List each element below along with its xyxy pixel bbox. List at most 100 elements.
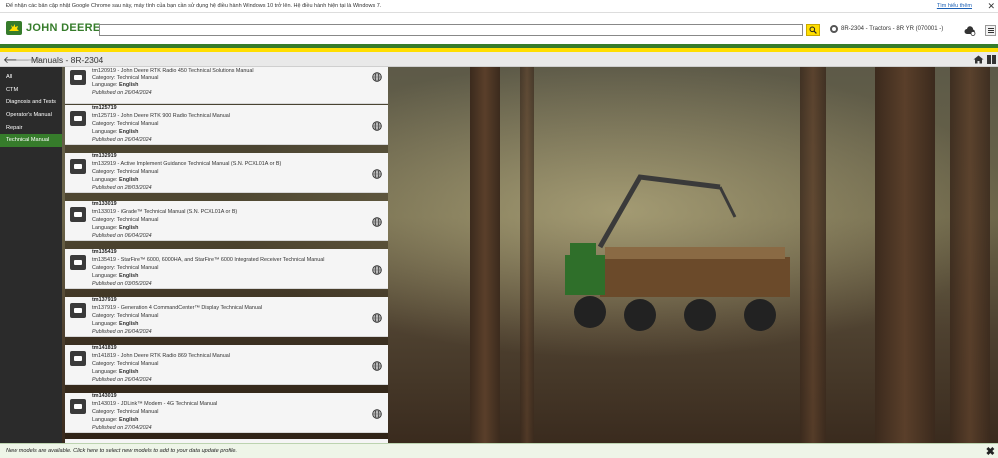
manual-card[interactable]: tm137919 tm137919 - Generation 4 Command… xyxy=(65,297,388,337)
manual-title: tm141819 - John Deere RTK Radio 869 Tech… xyxy=(92,353,230,359)
notice-close-button[interactable]: ✕ xyxy=(987,1,995,12)
manual-code: tm135419 xyxy=(92,249,117,255)
home-icon[interactable] xyxy=(973,55,984,64)
manual-card[interactable]: tm125719 tm125719 - John Deere RTK 900 R… xyxy=(65,105,388,145)
manual-category: Category: Technical Manual xyxy=(92,75,159,81)
manual-language: Language: English xyxy=(92,225,139,231)
manual-published-date: Published on 26/04/2024 xyxy=(92,377,152,383)
manual-title: tm137919 - Generation 4 CommandCenter™ D… xyxy=(92,305,263,311)
manual-title: tm133019 - iGrade™ Technical Manual (S.N… xyxy=(92,209,238,215)
john-deere-logo[interactable]: JOHN DEERE xyxy=(6,21,101,35)
manual-card[interactable]: tm120919 - John Deere RTK Radio 450 Tech… xyxy=(65,67,388,104)
search-icon xyxy=(809,26,817,34)
sidebar-item-all[interactable]: All xyxy=(0,71,62,84)
tree-trunk xyxy=(470,67,500,443)
sidebar-item-repair[interactable]: Repair xyxy=(0,122,62,135)
forwarder-machine-image xyxy=(565,174,790,331)
document-icon xyxy=(70,351,86,366)
manual-published-date: Published on 26/04/2024 xyxy=(92,90,152,96)
card-separator xyxy=(65,145,388,153)
hamburger-menu-icon[interactable] xyxy=(985,25,996,36)
page-title: Manuals - 8R-2304 xyxy=(31,55,104,65)
model-selector[interactable]: 8R-2304 - Tractors - 8R YR (070001 -) xyxy=(830,25,943,33)
manual-code: tm132919 xyxy=(92,153,117,159)
banner-close-button[interactable]: ✖ xyxy=(986,445,995,458)
manual-code: tm141819 xyxy=(92,345,117,351)
document-icon xyxy=(70,159,86,174)
globe-icon[interactable] xyxy=(372,121,382,131)
model-label: 8R-2304 - Tractors - 8R YR (070001 -) xyxy=(841,26,944,32)
manual-published-date: Published on 26/04/2024 xyxy=(92,137,152,143)
manual-title: tm143019 - JDLink™ Modem - 4G Technical … xyxy=(92,401,218,407)
search-input[interactable] xyxy=(99,24,803,36)
manual-published-date: Published on 06/04/2024 xyxy=(92,233,152,239)
tree-trunk xyxy=(950,67,990,443)
cloud-sync-icon[interactable] xyxy=(964,26,976,36)
tree-trunk xyxy=(875,67,935,443)
manual-language: Language: English xyxy=(92,273,139,279)
manual-language: Language: English xyxy=(92,129,139,135)
document-icon xyxy=(70,255,86,270)
manual-card[interactable]: tm143019 tm143019 - JDLink™ Modem - 4G T… xyxy=(65,393,388,433)
globe-icon[interactable] xyxy=(372,72,382,82)
new-models-banner[interactable]: New models are available. Click here to … xyxy=(0,443,998,458)
manuals-result-list: tm120919 - John Deere RTK Radio 450 Tech… xyxy=(65,67,388,443)
sidebar-item-diagnosis-and-tests[interactable]: Diagnosis and Tests xyxy=(0,96,62,109)
sidebar-item-operators-manual[interactable]: Operator's Manual xyxy=(0,109,62,122)
globe-icon[interactable] xyxy=(372,217,382,227)
manual-card[interactable]: tm132919 tm132919 - Active Implement Gui… xyxy=(65,153,388,193)
manual-language: Language: English xyxy=(92,369,139,375)
globe-icon[interactable] xyxy=(372,265,382,275)
manual-title: tm125719 - John Deere RTK 900 Radio Tech… xyxy=(92,113,230,119)
manual-category: Category: Technical Manual xyxy=(92,361,159,367)
manual-category: Category: Technical Manual xyxy=(92,265,159,271)
globe-icon[interactable] xyxy=(372,361,382,371)
globe-icon[interactable] xyxy=(372,169,382,179)
sidebar-item-technical-manual[interactable]: Technical Manual xyxy=(0,134,62,148)
manual-language: Language: English xyxy=(92,82,139,88)
manual-language: Language: English xyxy=(92,417,139,423)
navigation-bar: 🡐 🡒 Manuals - 8R-2304 xyxy=(0,52,998,67)
manual-title: tm135419 - StarFire™ 6000, 6000HA, and S… xyxy=(92,257,325,263)
browser-update-notice: Để nhận các bản cập nhật Google Chrome s… xyxy=(0,0,998,13)
manual-category: Category: Technical Manual xyxy=(92,313,159,319)
category-sidebar: All CTM Diagnosis and Tests Operator's M… xyxy=(0,67,62,443)
card-separator xyxy=(65,193,388,201)
manual-category: Category: Technical Manual xyxy=(92,217,159,223)
manual-category: Category: Technical Manual xyxy=(92,121,159,127)
search-button[interactable] xyxy=(806,24,820,36)
learn-more-link[interactable]: Tìm hiểu thêm xyxy=(937,3,972,9)
manual-code: tm125719 xyxy=(92,105,117,111)
manual-category: Category: Technical Manual xyxy=(92,169,159,175)
manual-published-date: Published on 27/04/2024 xyxy=(92,425,152,431)
document-icon xyxy=(70,303,86,318)
document-icon xyxy=(70,70,86,85)
app-header: JOHN DEERE 8R-2304 - Tractors - 8R YR (0… xyxy=(0,13,998,48)
manual-code: tm137919 xyxy=(92,297,117,303)
manual-language: Language: English xyxy=(92,177,139,183)
john-deere-logo-icon xyxy=(6,21,22,35)
new-models-message[interactable]: New models are available. Click here to … xyxy=(6,448,237,454)
manual-published-date: Published on 28/03/2024 xyxy=(92,185,152,191)
globe-icon[interactable] xyxy=(372,313,382,323)
manual-code: tm133019 xyxy=(92,201,117,207)
manual-title: tm120919 - John Deere RTK Radio 450 Tech… xyxy=(92,68,254,74)
split-view-icon[interactable] xyxy=(987,55,996,64)
globe-icon[interactable] xyxy=(372,409,382,419)
manual-card[interactable]: tm133019 tm133019 - iGrade™ Technical Ma… xyxy=(65,201,388,241)
manual-title: tm132919 - Active Implement Guidance Tec… xyxy=(92,161,282,167)
card-separator xyxy=(65,289,388,297)
manual-card[interactable]: tm141819 tm141819 - John Deere RTK Radio… xyxy=(65,345,388,385)
brand-name: JOHN DEERE xyxy=(26,22,101,34)
document-icon xyxy=(70,207,86,222)
card-separator xyxy=(65,241,388,249)
model-selector-icon xyxy=(830,25,838,33)
document-icon xyxy=(70,399,86,414)
manual-card[interactable]: tm135419 tm135419 - StarFire™ 6000, 6000… xyxy=(65,249,388,289)
tree-trunk xyxy=(520,67,534,443)
card-separator xyxy=(65,337,388,345)
manual-published-date: Published on 26/04/2024 xyxy=(92,329,152,335)
document-icon xyxy=(70,111,86,126)
manual-category: Category: Technical Manual xyxy=(92,409,159,415)
sidebar-item-ctm[interactable]: CTM xyxy=(0,84,62,97)
